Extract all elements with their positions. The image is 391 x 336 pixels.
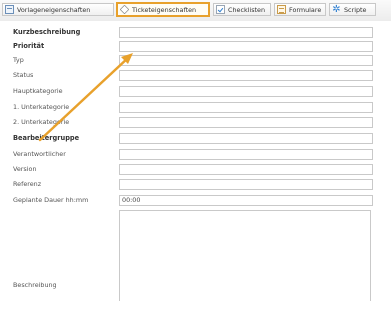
referenz-input[interactable] — [119, 179, 373, 190]
typ-select[interactable] — [119, 55, 373, 66]
tab-label: Scripte — [344, 5, 367, 14]
label-kurzbeschreibung: Kurzbeschreibung — [13, 28, 81, 36]
label-version: Version — [13, 165, 37, 173]
hauptkategorie-select[interactable] — [119, 86, 373, 97]
tab-checklisten[interactable]: Checklisten — [213, 3, 271, 16]
label-bearbeitergruppe: Bearbeitergruppe — [13, 134, 80, 142]
kurzbeschreibung-input[interactable] — [119, 27, 373, 38]
label-unterkategorie-1: 1. Unterkategorie — [13, 103, 70, 111]
tab-formulare[interactable]: Formulare — [274, 3, 326, 16]
tab-toolbar: Vorlageneigenschaften Ticketeigenschafte… — [0, 0, 391, 21]
tab-scripte[interactable]: ✲ Scripte — [329, 3, 376, 16]
prioritaet-select[interactable] — [119, 41, 373, 52]
form-icon — [277, 5, 286, 14]
tab-label: Ticketeigenschaften — [132, 5, 197, 14]
label-typ: Typ — [13, 56, 24, 64]
bearbeitergruppe-select[interactable] — [119, 133, 373, 144]
tab-ticketeigenschaften[interactable]: Ticketeigenschaften — [116, 2, 210, 17]
label-hauptkategorie: Hauptkategorie — [13, 87, 63, 95]
tab-label: Checklisten — [228, 5, 266, 14]
version-input[interactable] — [119, 164, 373, 175]
label-beschreibung: Beschreibung — [13, 281, 57, 289]
checklist-icon — [216, 5, 225, 14]
label-prioritaet: Priorität — [13, 42, 45, 50]
tag-icon — [119, 4, 130, 15]
label-status: Status — [13, 71, 34, 79]
geplante-dauer-input[interactable]: 00:00 — [119, 195, 373, 206]
label-referenz: Referenz — [13, 180, 42, 188]
label-unterkategorie-2: 2. Unterkategorie — [13, 118, 70, 126]
gear-icon: ✲ — [332, 4, 341, 15]
label-verantwortlicher: Verantwortlicher — [13, 150, 66, 158]
tab-label: Vorlageneigenschaften — [17, 5, 91, 14]
tab-label: Formulare — [289, 5, 322, 14]
unterkategorie-2-select[interactable] — [119, 117, 373, 128]
tab-vorlageneigenschaften[interactable]: Vorlageneigenschaften — [2, 3, 114, 16]
status-select[interactable] — [119, 70, 373, 81]
unterkategorie-1-select[interactable] — [119, 102, 373, 113]
verantwortlicher-select[interactable] — [119, 149, 373, 160]
label-geplante-dauer: Geplante Dauer hh:mm — [13, 196, 89, 204]
beschreibung-textarea[interactable] — [119, 210, 371, 301]
window-icon — [5, 5, 14, 14]
